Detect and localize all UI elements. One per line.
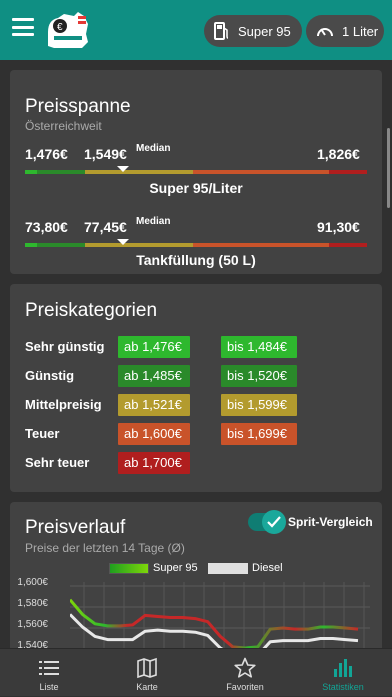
tank-range-bar	[25, 243, 367, 247]
legend-label-diesel: Diesel	[252, 562, 283, 574]
fuel-compare-label: Sprit-Vergleich	[288, 515, 373, 529]
category-to-badge: bis 1,484€	[221, 336, 297, 358]
amount-selector[interactable]: 1 Liter	[306, 15, 384, 47]
tank-range-label: Tankfüllung (50 L)	[136, 252, 256, 268]
category-label: Günstig	[25, 368, 75, 383]
nav-label: Favoriten	[226, 682, 264, 692]
liter-median-marker	[117, 166, 129, 172]
liter-range-bar	[25, 170, 367, 174]
price-history-chart	[70, 582, 370, 648]
nav-label: Liste	[39, 682, 59, 692]
category-to-badge: bis 1,599€	[221, 394, 297, 416]
category-label: Mittelpreisig	[25, 397, 102, 412]
scrollbar[interactable]	[387, 128, 390, 208]
y-tick-label: 1,540€	[17, 640, 48, 648]
nav-label: Karte	[136, 682, 158, 692]
legend-swatch-diesel	[208, 563, 248, 574]
category-from-badge: ab 1,476€	[118, 336, 190, 358]
category-label: Sehr günstig	[25, 339, 105, 354]
category-from-badge: ab 1,700€	[118, 452, 190, 474]
price-history-subtitle: Preise der letzten 14 Tage (Ø)	[25, 541, 185, 555]
y-tick-label: 1,580€	[17, 598, 48, 609]
category-to-badge: bis 1,699€	[221, 423, 297, 445]
price-range-title: Preisspanne	[25, 96, 131, 117]
menu-icon[interactable]	[12, 18, 34, 36]
category-from-badge: ab 1,485€	[118, 365, 190, 387]
check-icon	[267, 516, 281, 528]
y-tick-label: 1,600€	[17, 577, 48, 588]
fuel-pump-icon	[214, 22, 229, 40]
price-history-title: Preisverlauf	[25, 517, 126, 538]
category-label: Sehr teuer	[25, 455, 90, 470]
fuel-compare-toggle[interactable]	[248, 510, 286, 534]
tank-median-price: 77,45€	[84, 219, 127, 235]
nav-favoriten[interactable]: Favoriten	[196, 649, 294, 697]
nav-karte[interactable]: Karte	[98, 649, 196, 697]
y-tick-label: 1,560€	[17, 619, 48, 630]
liter-median-price: 1,549€	[84, 146, 127, 162]
star-icon	[234, 657, 256, 678]
liter-min-price: 1,476€	[25, 146, 68, 162]
tank-min-price: 73,80€	[25, 219, 68, 235]
liter-range-label: Super 95/Liter	[149, 180, 243, 196]
statistics-content[interactable]: Preisspanne Österreichweit 1,476€ 1,549€…	[0, 60, 392, 648]
map-icon	[137, 657, 157, 679]
price-range-card: Preisspanne Österreichweit 1,476€ 1,549€…	[10, 70, 382, 274]
gauge-icon	[317, 28, 333, 37]
category-from-badge: ab 1,600€	[118, 423, 190, 445]
category-to-badge: bis 1,520€	[221, 365, 297, 387]
fuel-type-label: Super 95	[238, 23, 291, 39]
price-categories-card: Preiskategorien Sehr günstig ab 1,476€ b…	[10, 284, 382, 492]
category-from-badge: ab 1,521€	[118, 394, 190, 416]
tank-median-label: Median	[136, 216, 171, 227]
svg-text:€: €	[57, 22, 63, 33]
category-label: Teuer	[25, 426, 60, 441]
amount-label: 1 Liter	[342, 23, 379, 39]
app-logo: €	[48, 12, 88, 48]
bar-chart-icon	[334, 659, 352, 677]
nav-label: Statistiken	[322, 682, 364, 692]
price-history-card: Preisverlauf Preise der letzten 14 Tage …	[10, 502, 382, 648]
liter-max-price: 1,826€	[317, 146, 360, 162]
price-range-subtitle: Österreichweit	[25, 119, 102, 133]
nav-statistiken[interactable]: Statistiken	[294, 649, 392, 697]
toggle-knob	[262, 510, 286, 534]
liter-median-label: Median	[136, 143, 171, 154]
legend-swatch-super	[109, 563, 149, 574]
list-icon	[39, 661, 59, 675]
app-bar: € Super 95 1 Liter	[0, 0, 392, 60]
tank-median-marker	[117, 239, 129, 245]
price-categories-title: Preiskategorien	[25, 300, 158, 321]
legend-label-super: Super 95	[153, 562, 198, 574]
tank-max-price: 91,30€	[317, 219, 360, 235]
fuel-type-selector[interactable]: Super 95	[204, 15, 302, 47]
nav-liste[interactable]: Liste	[0, 649, 98, 697]
bottom-navigation: Liste Karte Favoriten Statistiken	[0, 648, 392, 696]
